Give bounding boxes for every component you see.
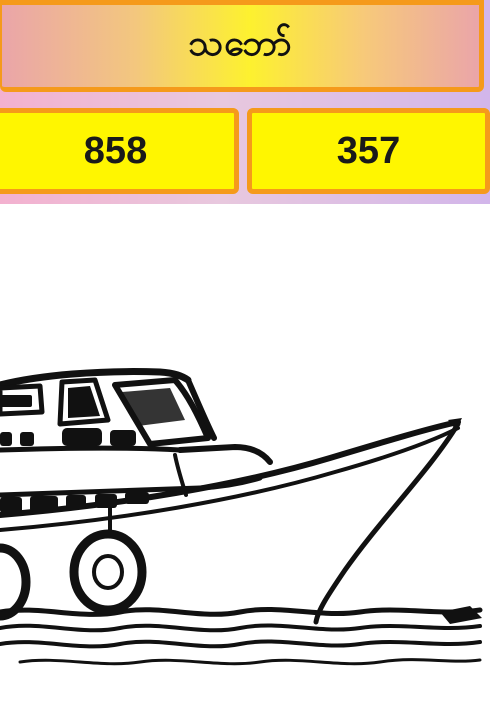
title-box: သဘော် [0, 0, 484, 92]
number-right: 357 [336, 129, 401, 172]
number-box-left[interactable]: 858 [0, 108, 239, 194]
page-title: သဘော် [188, 23, 293, 64]
boat-illustration-icon [0, 368, 483, 666]
number-left: 858 [83, 129, 148, 172]
number-box-right[interactable]: 357 [247, 108, 490, 194]
